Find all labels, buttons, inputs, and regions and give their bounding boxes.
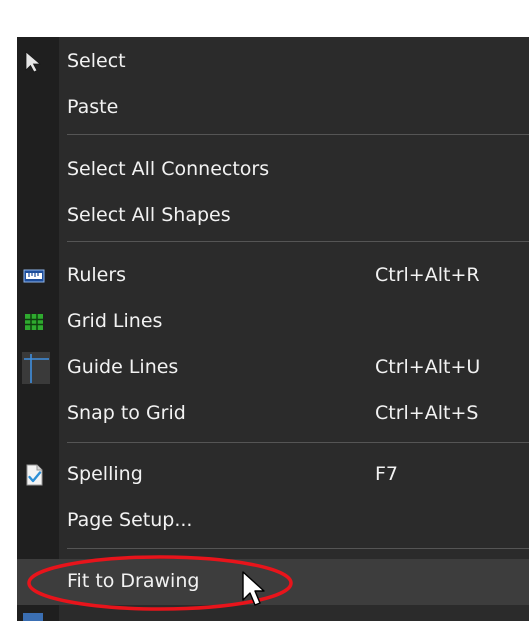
menu-item-label: Select	[67, 50, 126, 72]
menu-item-select-all-connectors[interactable]: Select All Connectors	[17, 147, 529, 193]
menu-item-label: Rulers	[67, 264, 127, 286]
menu-item-label: Paste	[67, 96, 119, 118]
menu-item-shortcut: Ctrl+Alt+S	[375, 402, 479, 424]
menu-item-paste[interactable]: Paste	[17, 85, 529, 131]
menu-item-guide-lines[interactable]: Guide Lines Ctrl+Alt+U	[17, 345, 529, 391]
context-menu: Select Paste Select All Connectors Selec…	[17, 37, 529, 621]
menu-item-select[interactable]: Select	[17, 39, 529, 85]
menu-item-snap-to-grid[interactable]: Snap to Grid Ctrl+Alt+S	[17, 391, 529, 437]
menu-item-spelling[interactable]: Spelling F7	[17, 452, 529, 498]
menu-separator	[67, 548, 529, 549]
menu-item-label: Snap to Grid	[67, 402, 186, 424]
menu-item-shortcut: Ctrl+Alt+R	[375, 264, 480, 286]
menu-item-label: Page Setup...	[67, 509, 193, 531]
menu-item-rulers[interactable]: Rulers Ctrl+Alt+R	[17, 253, 529, 299]
menu-separator	[67, 442, 529, 443]
partial-menu-icon	[23, 613, 43, 621]
arrow-cursor-icon	[22, 50, 46, 74]
menu-item-label: Select All Shapes	[67, 204, 231, 226]
menu-item-label: Fit to Drawing	[67, 570, 200, 592]
grid-icon	[22, 310, 46, 334]
guide-lines-icon	[22, 352, 50, 384]
menu-item-fit-to-drawing[interactable]: Fit to Drawing	[17, 559, 529, 605]
menu-item-page-setup[interactable]: Page Setup...	[17, 498, 529, 544]
menu-item-label: Guide Lines	[67, 356, 179, 378]
ruler-icon	[22, 264, 46, 288]
menu-separator	[67, 134, 529, 135]
menu-item-shortcut: Ctrl+Alt+U	[375, 356, 481, 378]
menu-separator	[67, 241, 529, 242]
spelling-check-icon	[22, 463, 46, 487]
menu-item-grid-lines[interactable]: Grid Lines	[17, 299, 529, 345]
menu-item-label: Select All Connectors	[67, 158, 270, 180]
menu-item-shortcut: F7	[375, 463, 399, 485]
menu-item-label: Grid Lines	[67, 310, 163, 332]
menu-item-select-all-shapes[interactable]: Select All Shapes	[17, 193, 529, 239]
menu-item-label: Spelling	[67, 463, 143, 485]
